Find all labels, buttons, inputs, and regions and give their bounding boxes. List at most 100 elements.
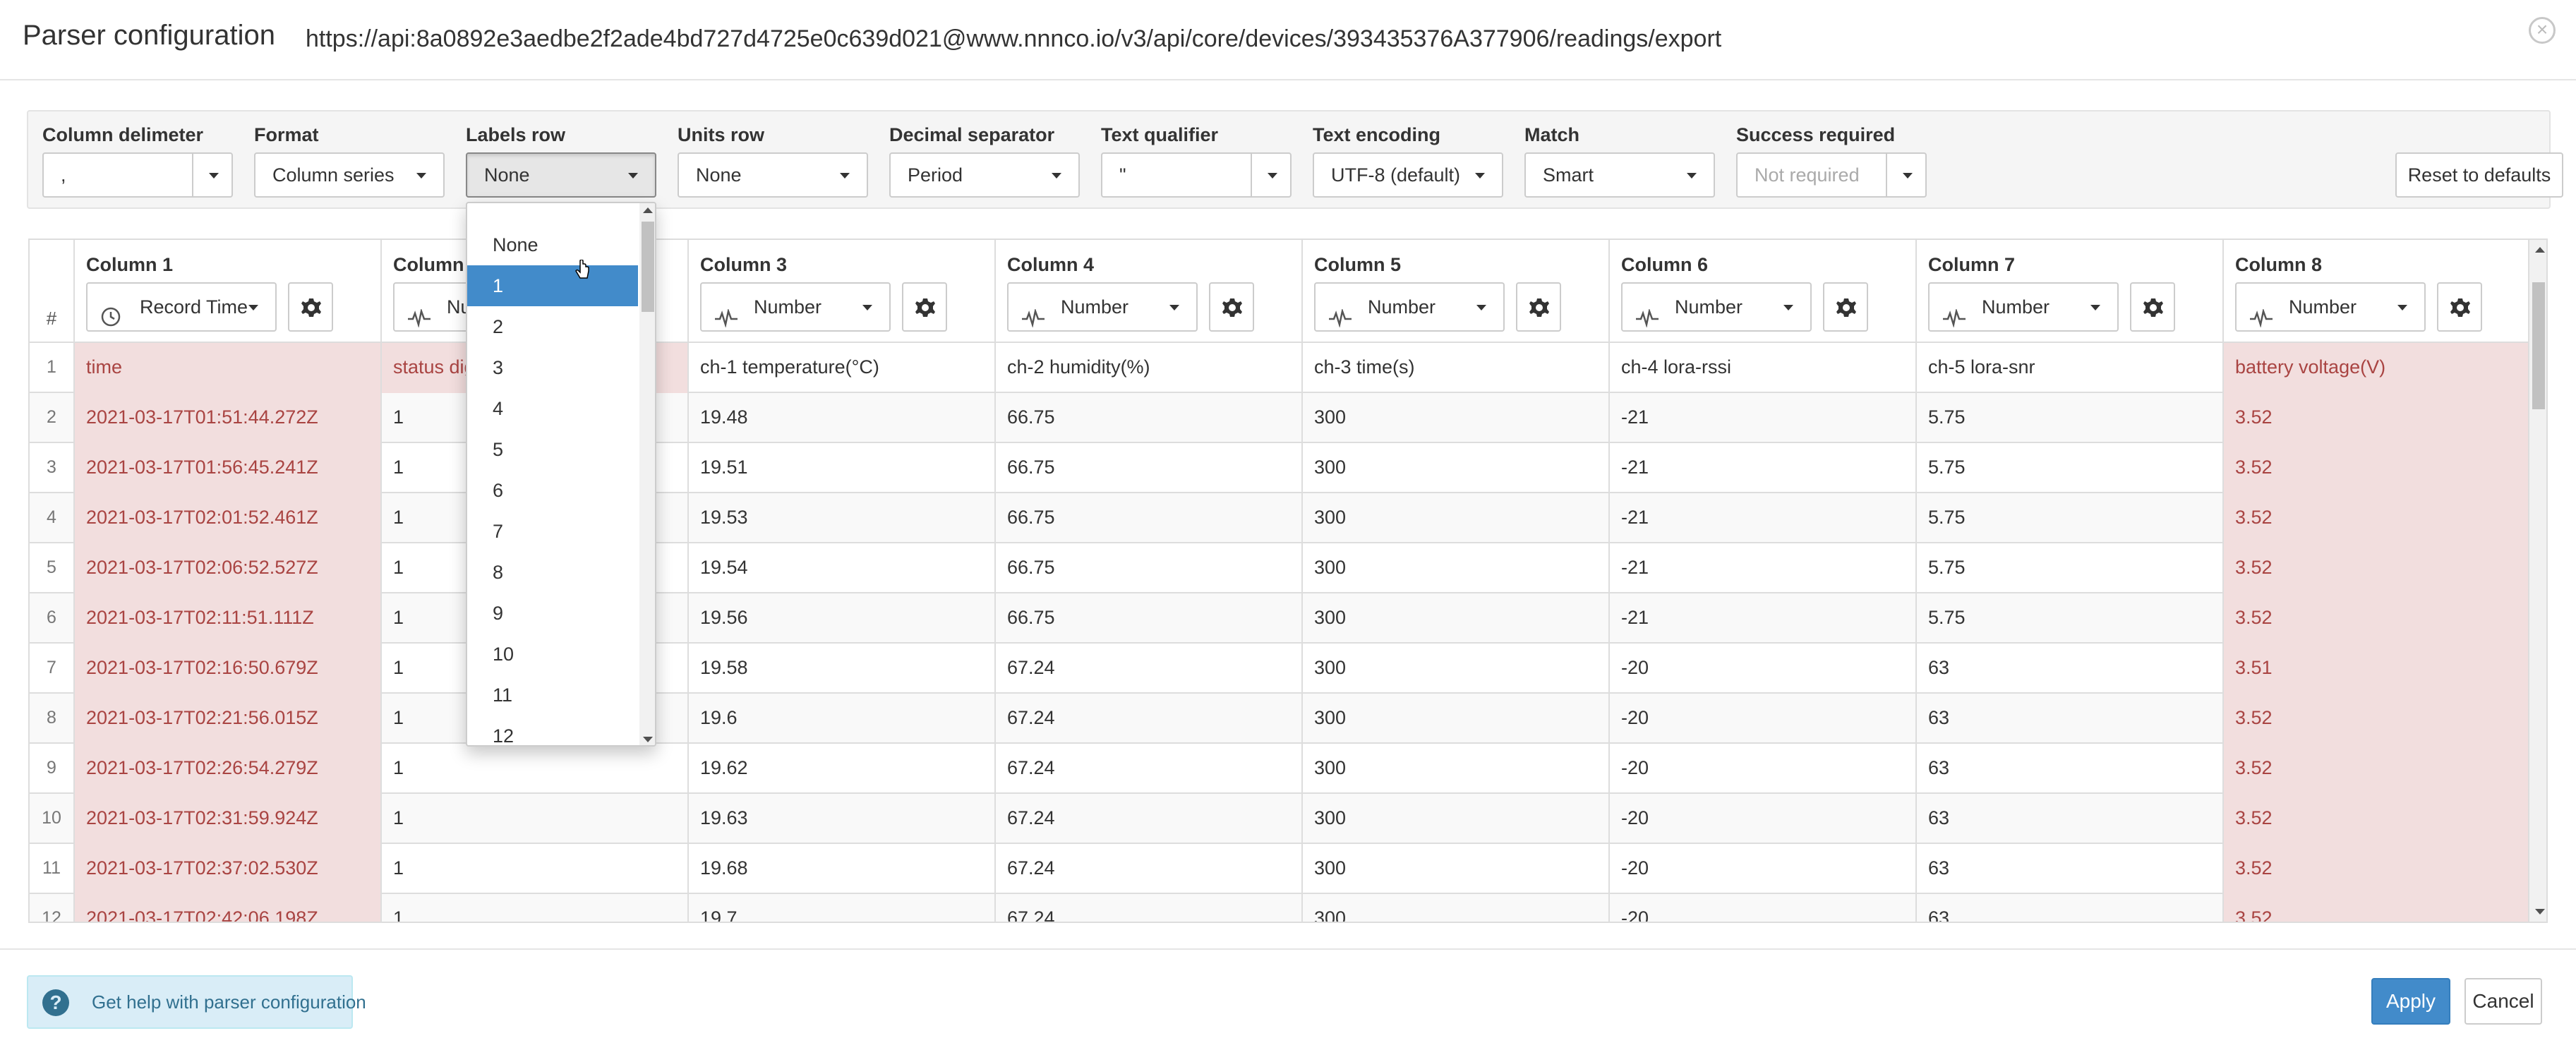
dropdown-option[interactable]: 6 <box>467 470 638 511</box>
table-cell: 300 <box>1301 894 1608 922</box>
table-cell: 63 <box>1915 744 2222 794</box>
format-select[interactable]: Column series <box>254 152 445 198</box>
table-cell: 67.24 <box>994 744 1301 794</box>
dropdown-option[interactable]: 1 <box>467 265 638 306</box>
preview-grid: # Column 1Record TimeColumn 2NumberColum… <box>28 239 2548 923</box>
column-type-select[interactable]: Number <box>1314 282 1505 332</box>
labels-row-select[interactable]: None <box>466 152 656 198</box>
close-icon[interactable]: × <box>2529 17 2556 44</box>
gear-icon[interactable] <box>1516 282 1561 332</box>
format-value: Column series <box>272 164 395 186</box>
text-encoding-group: Text encoding <box>1313 124 1440 150</box>
cancel-button[interactable]: Cancel <box>2464 978 2542 1025</box>
column-name: Column 4 <box>1007 254 1095 275</box>
table-cell: 67.24 <box>994 694 1301 744</box>
row-number: 3 <box>47 457 56 477</box>
text-qualifier-combo: " <box>1101 152 1292 198</box>
table-cell: 5.75 <box>1915 393 2222 443</box>
dropdown-option[interactable]: 11 <box>467 675 638 716</box>
pulse-icon <box>1942 298 1966 328</box>
grid-scrollbar[interactable] <box>2528 240 2546 922</box>
table-cell: 19.54 <box>687 543 994 593</box>
table-cell: 63 <box>1915 794 2222 844</box>
table-cell: -21 <box>1608 593 1915 644</box>
dropdown-option[interactable]: 10 <box>467 634 638 675</box>
column-header: Column 1 Record Time <box>73 240 380 343</box>
table-cell: 66.75 <box>994 393 1301 443</box>
table-cell: ch-2 humidity(%) <box>994 343 1301 393</box>
caret-down-icon <box>1687 173 1697 179</box>
gear-icon[interactable] <box>1823 282 1868 332</box>
pulse-icon <box>1635 298 1659 328</box>
gear-icon[interactable] <box>2130 282 2175 332</box>
help-link[interactable]: ? Get help with parser configuration <box>27 975 366 1029</box>
table-cell: 2021-03-17T02:21:56.015Z <box>73 694 380 744</box>
dropdown-option[interactable]: 8 <box>467 552 638 593</box>
column-header: Column 4 Number <box>994 240 1301 343</box>
success-required-input[interactable]: Not required <box>1736 152 1887 198</box>
caret-down-icon <box>840 173 850 179</box>
match-select[interactable]: Smart <box>1524 152 1715 198</box>
dropdown-option[interactable]: 2 <box>467 306 638 347</box>
gear-icon[interactable] <box>2437 282 2482 332</box>
scroll-thumb[interactable] <box>642 222 654 312</box>
dropdown-option[interactable]: 12 <box>467 716 638 745</box>
table-cell: 19.48 <box>687 393 994 443</box>
caret-down-icon <box>1475 173 1485 179</box>
dropdown-option[interactable]: 3 <box>467 347 638 388</box>
reset-to-defaults-button[interactable]: Reset to defaults <box>2395 152 2563 198</box>
table-cell: 300 <box>1301 593 1608 644</box>
units-row-select[interactable]: None <box>678 152 868 198</box>
column-type-select[interactable]: Number <box>1928 282 2119 332</box>
units-row-value: None <box>696 164 742 186</box>
table-cell: 3.52 <box>2222 543 2529 593</box>
text-qualifier-input[interactable]: " <box>1101 152 1252 198</box>
column-delimiter-toggle[interactable] <box>192 152 233 198</box>
table-cell: 2021-03-17T02:01:52.461Z <box>73 493 380 543</box>
table-row: 1 time status digital ch-1 temperature(°C) c… <box>30 343 2529 393</box>
scroll-thumb[interactable] <box>2532 282 2545 409</box>
column-type-select[interactable]: Number <box>1007 282 1198 332</box>
table-cell: time <box>73 343 380 393</box>
dropdown-option[interactable]: 7 <box>467 511 638 552</box>
dropdown-scrollbar[interactable] <box>639 203 655 745</box>
column-header: Column 8 Number <box>2222 240 2529 343</box>
gear-icon[interactable] <box>1209 282 1254 332</box>
dropdown-option[interactable]: 9 <box>467 593 638 634</box>
column-name: Column 8 <box>2235 254 2323 275</box>
table-cell: -20 <box>1608 894 1915 922</box>
column-delimiter-input[interactable]: , <box>42 152 193 198</box>
dropdown-option[interactable]: 4 <box>467 388 638 429</box>
parser-configuration-dialog: Parser configuration https://api:8a0892e… <box>0 0 2576 1050</box>
table-cell: 19.7 <box>687 894 994 922</box>
table-cell: 2021-03-17T02:11:51.111Z <box>73 593 380 644</box>
column-type-select[interactable]: Number <box>2235 282 2426 332</box>
scroll-up-icon[interactable] <box>2535 247 2545 253</box>
dropdown-option[interactable]: 5 <box>467 429 638 470</box>
caret-down-icon <box>416 173 426 179</box>
gear-icon[interactable] <box>902 282 947 332</box>
dropdown-option[interactable]: None <box>467 224 638 265</box>
text-encoding-select[interactable]: UTF-8 (default) <box>1313 152 1503 198</box>
table-cell: 66.75 <box>994 493 1301 543</box>
caret-down-icon <box>1476 305 1486 310</box>
decimal-separator-label: Decimal separator <box>889 124 1055 145</box>
apply-button[interactable]: Apply <box>2371 978 2450 1025</box>
success-required-toggle[interactable] <box>1886 152 1927 198</box>
scroll-down-icon[interactable] <box>643 737 653 742</box>
scroll-up-icon[interactable] <box>643 207 653 213</box>
table-cell: 19.51 <box>687 443 994 493</box>
decimal-separator-select[interactable]: Period <box>889 152 1080 198</box>
column-type-select[interactable]: Number <box>1621 282 1812 332</box>
parser-settings-panel: Column delimeter , Format Column series … <box>27 110 2563 209</box>
column-type-select[interactable]: Number <box>700 282 891 332</box>
table-cell: 3.52 <box>2222 844 2529 894</box>
table-cell: 2021-03-17T01:51:44.272Z <box>73 393 380 443</box>
scroll-down-icon[interactable] <box>2535 909 2545 915</box>
text-qualifier-toggle[interactable] <box>1251 152 1292 198</box>
labels-row-group: Labels row <box>466 124 565 150</box>
column-type-select[interactable]: Record Time <box>86 282 277 332</box>
gear-icon[interactable] <box>288 282 333 332</box>
pulse-icon <box>407 298 431 328</box>
table-cell: 19.63 <box>687 794 994 844</box>
